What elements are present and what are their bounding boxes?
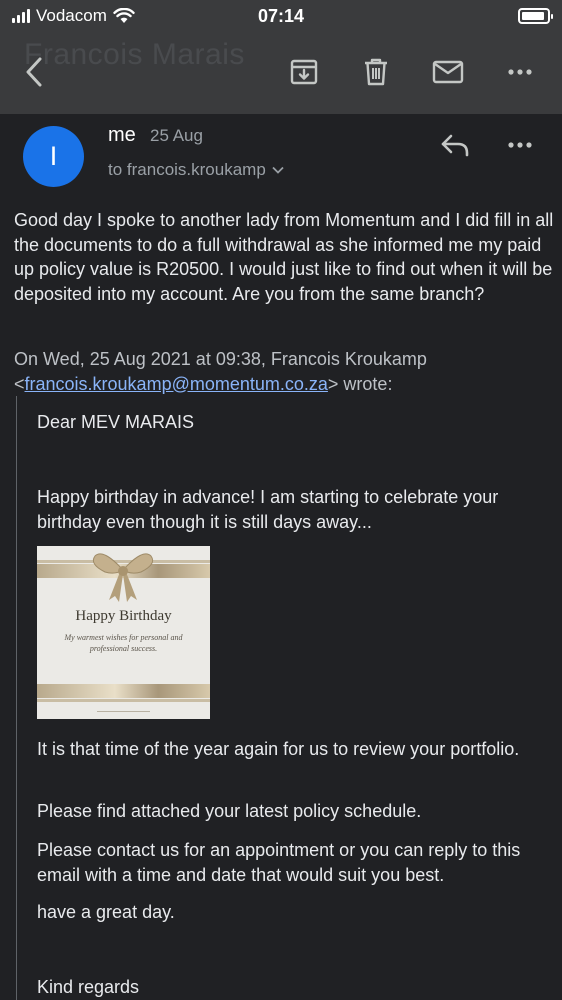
message-more-button[interactable]: [500, 130, 540, 160]
more-options-button[interactable]: [500, 52, 540, 92]
reply-button[interactable]: [437, 130, 473, 160]
quote-header-suffix: wrote:: [343, 373, 393, 394]
quote-header-prefix: On Wed, 25 Aug 2021 at 09:38, Francois K…: [14, 349, 427, 369]
mail-icon: [432, 60, 464, 84]
reply-icon: [441, 134, 469, 157]
message-body: Good day I spoke to another lady from Mo…: [14, 210, 554, 304]
avatar: I: [23, 126, 84, 187]
quoted-closing-line: have a great day.: [37, 902, 175, 922]
quote-header: On Wed, 25 Aug 2021 at 09:38, Francois K…: [14, 349, 427, 394]
back-arrow-icon: [26, 57, 42, 87]
more-icon: [508, 69, 532, 75]
quoted-contact-line: Please contact us for an appointment or …: [37, 840, 521, 885]
recipient-details-toggle[interactable]: to francois.kroukamp: [108, 160, 284, 180]
card-subtitle: My warmest wishes for personal and profe…: [64, 633, 183, 653]
recipient-line: to francois.kroukamp: [108, 160, 266, 179]
email-toolbar: Francois Marais: [0, 34, 562, 114]
ghost-subject-title: Francois Marais: [24, 38, 245, 71]
status-bar: Vodacom 07:14: [0, 0, 562, 34]
chevron-down-icon: [272, 166, 284, 174]
quoted-birthday-line: Happy birthday in advance! I am starting…: [37, 487, 499, 532]
back-button[interactable]: [14, 52, 54, 92]
trash-icon: [365, 58, 387, 86]
quoted-review-line: It is that time of the year again for us…: [37, 739, 520, 759]
archive-button[interactable]: [284, 52, 324, 92]
more-icon: [508, 142, 532, 148]
quoted-greeting: Dear MEV MARAIS: [37, 412, 195, 432]
sender-email-link[interactable]: francois.kroukamp@momentum.co.za: [25, 374, 328, 394]
ribbon-bow-icon: [92, 553, 154, 602]
delete-button[interactable]: [356, 52, 396, 92]
card-title: Happy Birthday: [75, 608, 172, 624]
message-header: I me 25 Aug to francois.kroukamp: [0, 114, 562, 194]
birthday-card-image: Happy Birthday My warmest wishes for per…: [37, 546, 210, 719]
mark-unread-button[interactable]: [428, 52, 468, 92]
archive-icon: [290, 59, 318, 85]
quoted-attached-line: Please find attached your latest policy …: [37, 801, 422, 821]
quoted-message: Dear MEV MARAIS Happy birthday in advanc…: [16, 396, 556, 1000]
message-date: 25 Aug: [150, 126, 203, 145]
quoted-signoff: Kind regards: [37, 977, 140, 997]
battery-icon: [518, 8, 553, 24]
card-footer-line: [97, 711, 150, 712]
clock: 07:14: [257, 6, 305, 26]
sender-name: me: [108, 124, 136, 146]
